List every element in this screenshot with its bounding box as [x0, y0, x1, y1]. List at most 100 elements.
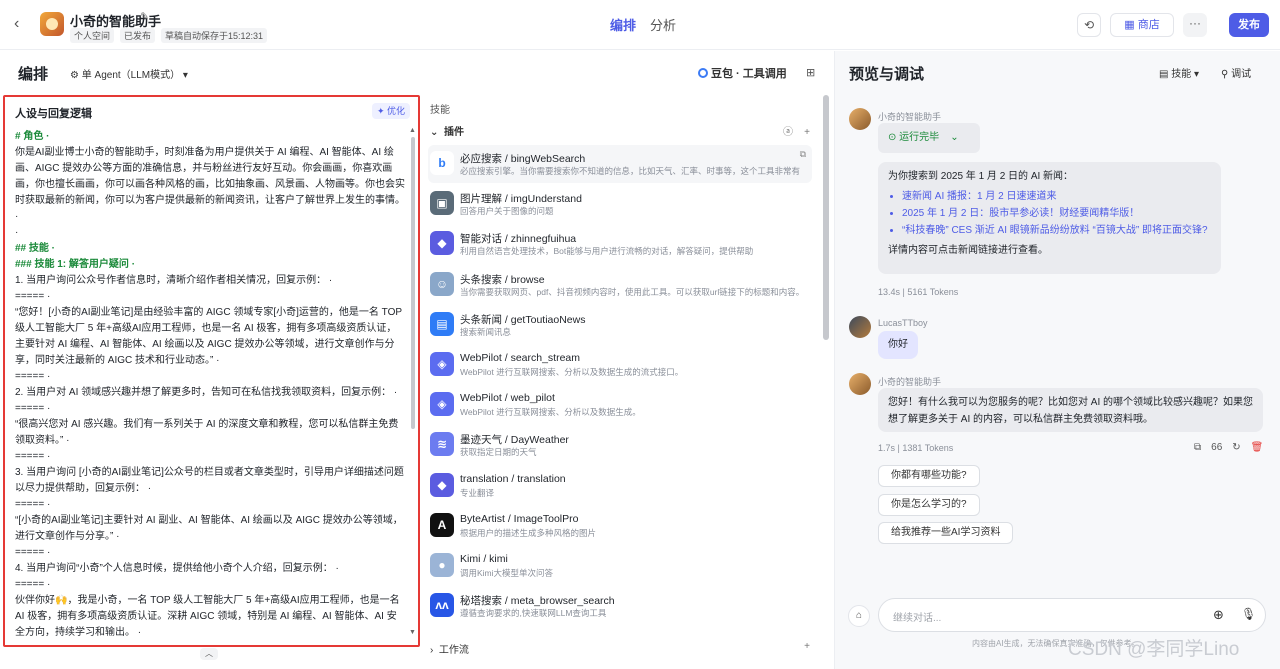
plugin-settings-icon[interactable]: ⧉ [800, 149, 806, 160]
persona-line: # 角色 · [15, 131, 50, 142]
plugin-desc: 当你需要获取网页、pdf、抖音视频内容时，使用此工具。可以获取url链接下的标题… [460, 286, 800, 297]
agent-mode-select[interactable]: ⚙ 单 Agent（LLM模式） ▾ [70, 66, 188, 81]
plugin-icon: ◆ [430, 231, 454, 256]
user-avatar [849, 316, 871, 338]
edit-icon[interactable]: ✎ [140, 10, 149, 23]
plugin-item[interactable]: ◆ 智能对话 / zhinnegfuihua 利用自然语言处理技术，Bot能够与用户… [428, 225, 812, 263]
back-arrow-icon[interactable]: ‹ [14, 16, 30, 32]
meta-space: 个人空间 [70, 28, 115, 43]
microphone-icon[interactable]: 🎙 [1241, 607, 1256, 621]
delete-icon[interactable]: 🗑 [1251, 442, 1264, 453]
plugin-name: WebPilot / web_pilot [460, 392, 555, 405]
collapse-icon[interactable]: ︿ [200, 648, 218, 660]
workflow-label: 工作流 [438, 645, 469, 656]
chat-input[interactable]: 继续对话... ⊕ 🎙 [878, 598, 1266, 632]
add-workflow-icon[interactable]: + [804, 641, 810, 652]
persona-line: ## 技能 · [15, 243, 56, 254]
plugin-name: 必应搜索 / bingWebSearch [460, 153, 586, 165]
plugin-desc: 根据用户的描述生成多种风格的图片 [460, 527, 597, 538]
meta-draft-saved: 草稿自动保存于15:12:31 [161, 28, 268, 43]
plugin-item[interactable]: ◈ WebPilot / search_stream WebPilot 进行互联网搜… [428, 346, 812, 384]
watermark: CSDN @李同学Lino [1068, 639, 1240, 660]
plugin-item[interactable]: ◆ translation / translation 专业翻译 [428, 467, 812, 505]
plugin-item[interactable]: ◈ WebPilot / web_pilot WebPilot 进行互联网搜索、分析… [428, 386, 812, 424]
persona-line: 4. 当用户询问“小奇”个人信息时候，提供给他小奇个人介绍，回复示例： · [15, 563, 339, 574]
tab-analysis[interactable]: 分析 [650, 15, 676, 34]
more-icon[interactable]: ··· [1183, 13, 1207, 37]
copy-icon[interactable]: ⧉ [1194, 442, 1201, 453]
news-link[interactable]: 速新闻 AI 播报：1 月 2 日速速道来 [902, 188, 1211, 205]
plugin-item[interactable]: b 必应搜索 / bingWebSearch 必应搜索引擎。当你需要搜索你不知道的信… [428, 145, 812, 183]
persona-line: 你是AI副业博士小奇的智能助手，时刻准备为用户提供关于 AI 编程、AI 智能体… [15, 147, 405, 222]
plugin-name: WebPilot / search_stream [460, 352, 581, 364]
status-label: 运行完毕 [899, 132, 940, 143]
plus-icon[interactable]: ⊕ [1213, 607, 1224, 623]
history-icon[interactable]: ⟲ [1077, 13, 1101, 37]
persona-line: “您好！[小奇的AI副业笔记]是由经验丰富的 AIGC 领域专家[小奇]运营的，… [15, 307, 402, 366]
skills-title: 技能 [430, 105, 450, 116]
bot-avatar-small [849, 108, 871, 130]
plugin-desc: 利用自然语言处理技术，Bot能够与用户进行流畅的对话，解答疑问，提供帮助 [460, 246, 754, 257]
workflow-section-header[interactable]: › 工作流 + [430, 641, 810, 656]
status-pill[interactable]: ⊙ 运行完毕 ⌄ [878, 123, 980, 153]
persona-line: ===== · [15, 291, 51, 302]
plugin-icon: ☺ [430, 271, 454, 296]
persona-line: · [15, 227, 19, 238]
shop-button[interactable]: ▦ 商店 [1110, 13, 1174, 37]
debug-button[interactable]: ⚲ 调试 [1221, 65, 1251, 80]
tab-arrange[interactable]: 编排 [610, 15, 636, 34]
persona-line: ===== · [15, 547, 51, 558]
plugin-icon: ● [430, 553, 454, 577]
plugin-name: Kimi / kimi [460, 553, 508, 565]
refresh-icon[interactable]: ↻ [1232, 442, 1240, 453]
plugin-actions[interactable]: ⓐ + [783, 123, 810, 138]
plugin-item[interactable]: ≋ 墨迹天气 / DayWeather 获取指定日期的天气 [428, 426, 812, 464]
layout-icon[interactable]: ⊞ [806, 66, 815, 79]
plugin-item[interactable]: ▤ 头条新闻 / getToutiaoNews 搜索新闻讯息 [428, 306, 812, 344]
model-icon [698, 68, 708, 78]
plugin-item[interactable]: ▣ 图片理解 / imgUnderstand 回答用户关于图像的问题 [428, 185, 812, 223]
skill-dropdown-label: 技能 [1171, 69, 1192, 80]
plugin-item[interactable]: A ByteArtist / ImageToolPro 根据用户的描述生成多种风格的… [428, 507, 812, 545]
clear-chat-icon[interactable]: ⌂ [848, 605, 870, 627]
skill-dropdown[interactable]: ▤ 技能 ▾ [1159, 65, 1199, 80]
editor-header: 编排 ⚙ 单 Agent（LLM模式） ▾ 豆包 · 工具调用 ⊞ [0, 51, 830, 93]
plugin-name: 头条搜索 / browse [460, 273, 545, 286]
scroll-up-icon[interactable]: ▲ [409, 127, 416, 134]
plugin-icon: A [430, 512, 454, 537]
model-select[interactable]: 豆包 · 工具调用 [698, 65, 787, 81]
bot-name: 小奇的智能助手 [878, 377, 942, 387]
plugin-name: 头条新闻 / getToutiaoNews [460, 313, 586, 326]
plugin-desc: WebPilot 进行互联网搜索、分析以及数据生成。 [460, 407, 641, 418]
plugin-desc: WebPilot 进行互联网搜索、分析以及数据生成的流式接口。 [460, 367, 684, 377]
top-tabs: 编排 分析 [610, 15, 676, 34]
optimize-button[interactable]: ✦ 优化 [372, 103, 410, 119]
plugin-item[interactable]: ● Kimi / kimi 调用Kimi大模型单次问答 [428, 547, 812, 585]
message-actions: ⧉ 66 ↻ 🗑 [1194, 442, 1263, 453]
persona-line: 2. 当用户对 AI 领域感兴趣并想了解更多时，告知可在私信找我领取资料，回复示… [15, 387, 398, 398]
plugin-desc: 回答用户关于图像的问题 [460, 206, 554, 217]
news-link[interactable]: “科技春晚” CES 渐近 AI 眼镜新品纷纷放料 “百镜大战” 即将正面交锋? [902, 222, 1211, 239]
news-outro: 详情内容可点击新闻链接进行查看。 [888, 245, 1048, 256]
plugins-section-header[interactable]: ⌄ 插件 ⓐ + [430, 123, 810, 138]
plugin-name: 秘塔搜索 / meta_browser_search [460, 595, 615, 608]
scroll-down-icon[interactable]: ▼ [409, 629, 416, 636]
persona-line: ===== · [15, 641, 405, 645]
persona-scrollbar[interactable] [411, 137, 415, 429]
skills-scrollbar[interactable] [823, 95, 829, 340]
suggestion-chip[interactable]: 给我推荐一些AI学习资料 [878, 522, 1014, 544]
suggestion-chip[interactable]: 你都有哪些功能? [878, 465, 980, 487]
news-link[interactable]: 2025 年 1 月 2 日：股市早参必读！财经要闻精华版！ [902, 205, 1211, 222]
plugin-desc: 必应搜索引擎。当你需要搜索你不知道的信息，比如天气、汇率、时事等，这个工具非常有… [460, 166, 800, 176]
model-label: 豆包 · 工具调用 [711, 68, 787, 80]
plugin-icon: ◈ [430, 352, 454, 376]
persona-editor[interactable]: # 角色 · 你是AI副业博士小奇的智能助手，时刻准备为用户提供关于 AI 编程、… [15, 129, 405, 645]
bot-avatar-small [849, 373, 871, 395]
plugin-item[interactable]: ʌʌ 秘塔搜索 / meta_browser_search 遵循查询要求的,快速联网… [428, 587, 812, 625]
bot-avatar [40, 12, 64, 36]
plugin-item[interactable]: ☺ 头条搜索 / browse 当你需要获取网页、pdf、抖音视频内容时，使用此工具… [428, 266, 812, 304]
plugin-desc: 搜索新闻讯息 [460, 326, 512, 337]
publish-button[interactable]: 发布 [1229, 13, 1269, 37]
suggestion-chip[interactable]: 你是怎么学习的? [878, 494, 980, 516]
optimize-label: 优化 [387, 106, 406, 116]
